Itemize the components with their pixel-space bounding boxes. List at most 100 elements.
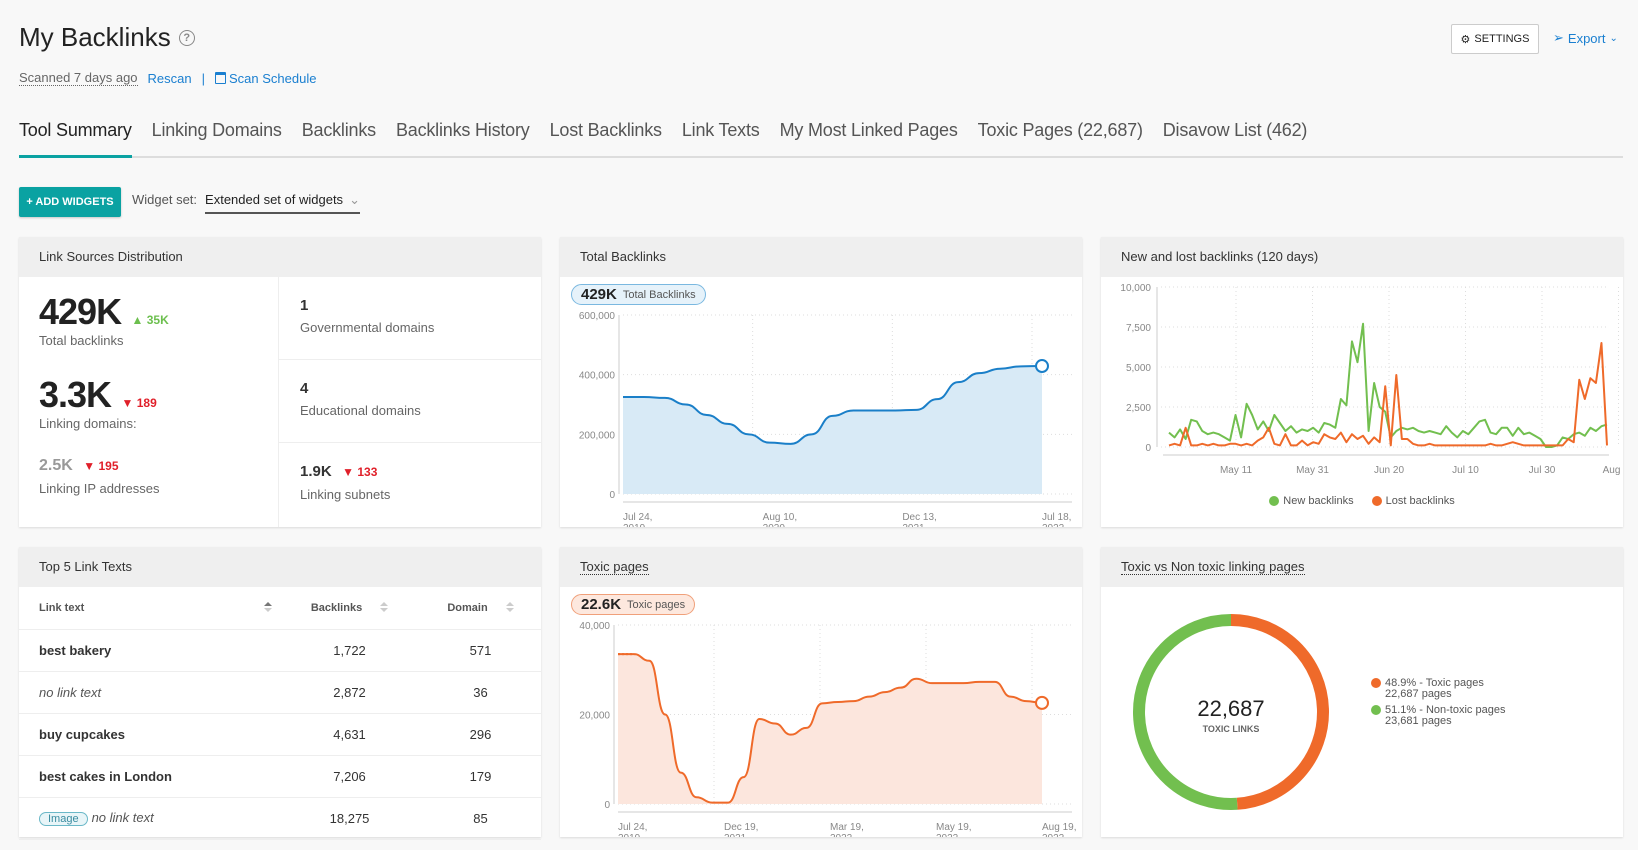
link-sources-widget: Link Sources Distribution 429K ▲ 35K Tot… [19, 237, 541, 527]
widget-title: Top 5 Link Texts [19, 547, 541, 587]
primary-metrics: 429K ▲ 35K Total backlinks 3.3K ▼ 189 Li… [19, 277, 279, 527]
x-tick-label: May 31 [1296, 465, 1329, 476]
metric-label: Educational domains [300, 403, 421, 418]
x-tick-label: 2021 [902, 523, 925, 527]
metric-value: 4 [300, 380, 309, 397]
edu-domains-metric: 4 Educational domains [279, 360, 541, 443]
x-tick-label: Jul 10 [1452, 465, 1479, 476]
cell-backlinks: 4,631 [279, 713, 421, 756]
subnets-metric: 1.9K ▼ 133 Linking subnets [279, 443, 541, 526]
cell-backlinks: 18,275 [279, 797, 421, 840]
delta-value: 133 [357, 465, 378, 479]
col-link-text[interactable]: Link text [19, 587, 279, 630]
cell-link-text: best bakery [19, 629, 279, 672]
widget-title-text[interactable]: Toxic vs Non toxic linking pages [1121, 559, 1305, 575]
col-domain[interactable]: Domain [420, 587, 541, 630]
export-button[interactable]: ➢ Export ⌄ [1553, 30, 1618, 46]
sort-icon [505, 601, 514, 614]
x-tick-label: 2019 [623, 523, 646, 527]
tab-disavow-list-462[interactable]: Disavow List (462) [1163, 116, 1308, 158]
gov-domains-metric: 1 Governmental domains [279, 277, 541, 360]
x-tick-label: 2022 [1042, 833, 1065, 837]
x-tick-label: Mar 19, [830, 822, 864, 833]
x-tick-label: Jul 24, [618, 822, 647, 833]
y-tick-label: 20,000 [579, 711, 610, 722]
x-tick-label: May 11 [1220, 465, 1252, 476]
table-row[interactable]: buy cupcakes 4,631 296 [19, 713, 541, 756]
calendar-icon [215, 72, 227, 84]
table-row[interactable]: best cakes in London 7,206 179 [19, 755, 541, 798]
scan-schedule-link[interactable]: Scan Schedule [215, 71, 316, 86]
add-widgets-button[interactable]: + ADD WIDGETS [19, 187, 121, 217]
legend-dot [1371, 496, 1382, 507]
chevron-down-icon: ⌄ [349, 192, 360, 207]
settings-label: SETTINGS [1474, 33, 1530, 45]
donut-center-label: TOXIC LINKS [1203, 724, 1260, 734]
last-point-marker [1035, 359, 1049, 374]
metric-value: 3.3K [39, 374, 112, 415]
legend-item[interactable]: 51.1% - Non-toxic pages 23,681 pages [1371, 704, 1505, 727]
toxic-pages-widget: Toxic pages 22.6K Toxic pages 40,000 20,00… [560, 547, 1082, 837]
x-tick-label: 2019 [618, 833, 641, 837]
tab-link-texts[interactable]: Link Texts [682, 116, 760, 158]
tab-my-most-linked-pages[interactable]: My Most Linked Pages [780, 116, 958, 158]
legend-lost[interactable]: Lost backlinks [1371, 495, 1455, 507]
settings-button[interactable]: ⚙ SETTINGS [1451, 24, 1539, 54]
link-text: best cakes in London [39, 768, 172, 784]
widget-set: Widget set: Extended set of widgets ⌄ [132, 192, 360, 214]
cell-domain: 85 [420, 797, 541, 840]
sort-icon [264, 601, 273, 614]
tab-lost-backlinks[interactable]: Lost Backlinks [550, 116, 662, 158]
legend-new[interactable]: New backlinks [1269, 495, 1354, 507]
gear-icon: ⚙ [1460, 33, 1471, 46]
table-row[interactable]: no link text 2,872 36 [19, 671, 541, 714]
tab-toxic-pages-22-687[interactable]: Toxic Pages (22,687) [978, 116, 1143, 158]
cell-backlinks: 1,722 [279, 629, 421, 672]
separator: | [201, 70, 206, 86]
legend-item[interactable]: 48.9% - Toxic pages 22,687 pages [1371, 677, 1505, 700]
cell-link-text: Image no link text [19, 797, 279, 840]
tab-backlinks[interactable]: Backlinks [302, 116, 376, 158]
title-text: My Backlinks [19, 22, 171, 52]
x-tick-label: May 19, [936, 822, 972, 833]
donut-legend: 48.9% - Toxic pages 22,687 pages 51.1% - N… [1371, 677, 1505, 731]
toxic-vs-nontoxic-widget: Toxic vs Non toxic linking pages 22,687 T… [1101, 547, 1623, 837]
rescan-link[interactable]: Rescan [148, 71, 192, 86]
link-texts-table: Link text Backlinks Domain best bakery 1,… [19, 587, 541, 840]
question-circle-icon[interactable]: ? [178, 29, 195, 46]
delta-value: 195 [98, 459, 119, 473]
tab-backlinks-history[interactable]: Backlinks History [396, 116, 530, 158]
y-tick-label: 0 [604, 800, 610, 811]
tab-bar: Tool Summary Linking Domains Backlinks Back… [19, 116, 1623, 158]
cell-domain: 296 [420, 713, 541, 756]
linking-ips-metric: 2.5K ▼ 195 Linking IP addresses [39, 457, 159, 496]
chart-legend: New backlinks Lost backlinks [1101, 495, 1623, 507]
new-lost-chart: 10,000 7,500 5,000 2,500 0 May 11 May 31 Jun 20… [1120, 283, 1623, 476]
tab-tool-summary[interactable]: Tool Summary [19, 116, 132, 158]
metric-label: Linking domains: [39, 416, 137, 431]
widget-title: Link Sources Distribution [19, 237, 541, 277]
legend-label: New backlinks [1283, 495, 1354, 507]
x-tick-label: Jul 30 [1529, 465, 1556, 476]
scan-info: Scanned 7 days ago Rescan | Scan Schedul… [19, 70, 316, 86]
col-backlinks[interactable]: Backlinks [279, 587, 421, 630]
top-link-texts-widget: Top 5 Link Texts Link text Backlinks Dom… [19, 547, 541, 840]
table-row[interactable]: best bakery 1,722 571 [19, 629, 541, 672]
page: My Backlinks ? Scanned 7 days ago Rescan… [0, 0, 1638, 850]
y-tick-label: 2,500 [1126, 403, 1151, 414]
delta-down: ▼ 189 [121, 396, 157, 410]
cell-link-text: best cakes in London [19, 755, 279, 798]
y-tick-label: 400,000 [579, 371, 616, 382]
widget-set-select[interactable]: Extended set of widgets ⌄ [205, 192, 360, 214]
x-tick-label: 2022 [1042, 523, 1065, 527]
col-label: Link text [39, 601, 85, 614]
widget-title-text[interactable]: Toxic pages [580, 559, 649, 575]
scanned-status[interactable]: Scanned 7 days ago [19, 70, 138, 86]
metric-label: Linking subnets [300, 487, 391, 502]
table-row[interactable]: Image no link text 18,275 85 [19, 797, 541, 840]
tab-linking-domains[interactable]: Linking Domains [152, 116, 282, 158]
image-tag: Image [39, 812, 88, 826]
total-backlinks-metric: 429K ▲ 35K Total backlinks [39, 291, 169, 348]
y-tick-label: 0 [609, 490, 615, 501]
area-fill [623, 366, 1042, 494]
